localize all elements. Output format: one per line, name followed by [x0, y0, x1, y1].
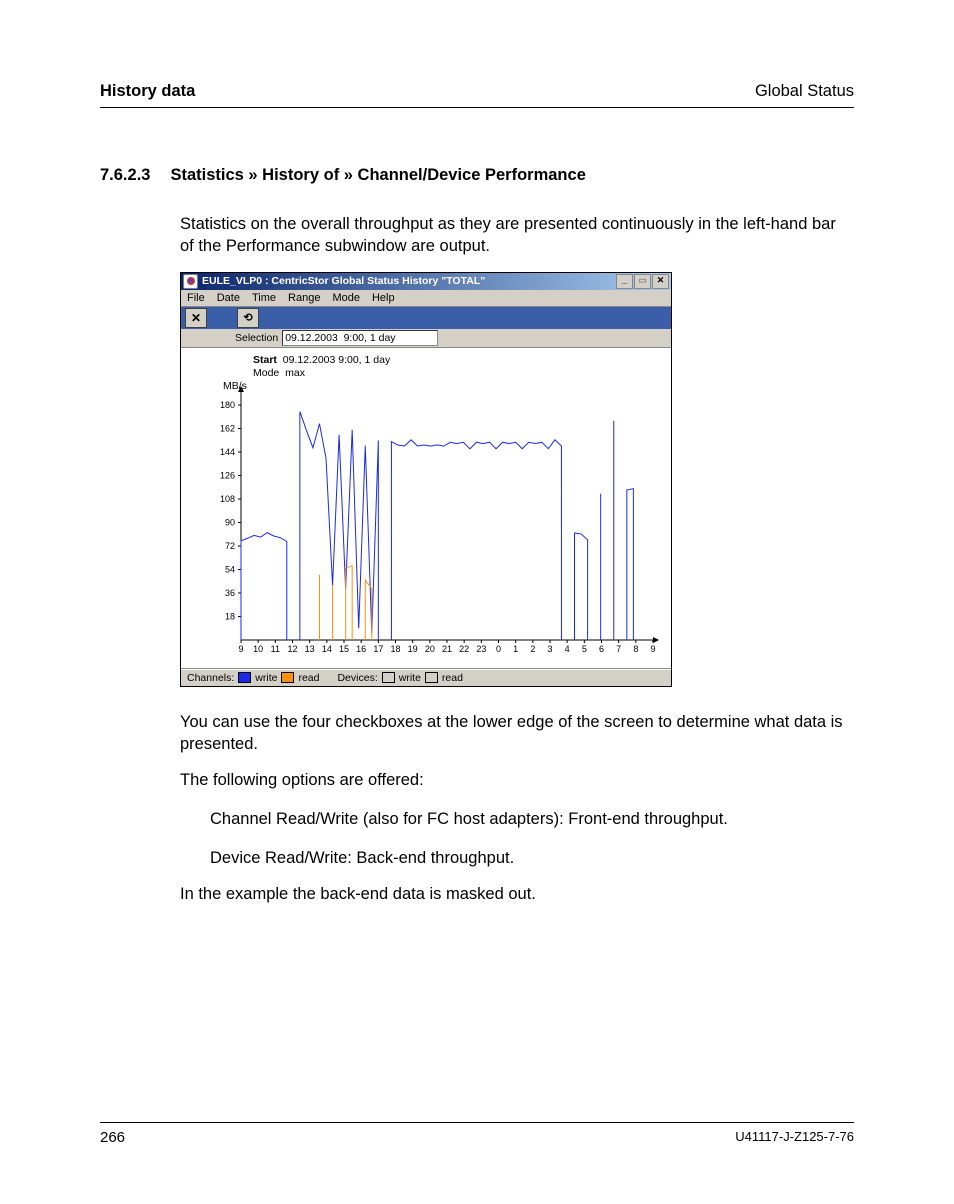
paragraph-options-intro: The following options are offered: [180, 769, 854, 791]
header-right: Global Status [755, 82, 854, 101]
toolbar-refresh-button[interactable]: ⟲ [237, 308, 259, 328]
chart-info: Start 09.12.2003 9:00, 1 day Mode max [253, 354, 661, 380]
legend-write-label-2: write [399, 672, 421, 684]
start-label: Start [253, 354, 277, 366]
selection-row: Selection [181, 329, 671, 348]
paragraph-checkboxes: You can use the four checkboxes at the l… [180, 711, 854, 756]
window-title: EULE_VLP0 : CentricStor Global Status Hi… [202, 275, 616, 287]
legend-read-label-1: read [298, 672, 319, 684]
svg-text:90: 90 [225, 517, 235, 527]
svg-text:6: 6 [599, 644, 604, 654]
svg-text:16: 16 [356, 644, 366, 654]
mode-value: max [285, 367, 305, 379]
svg-text:13: 13 [305, 644, 315, 654]
menu-time[interactable]: Time [252, 292, 276, 304]
menu-date[interactable]: Date [217, 292, 240, 304]
performance-chart: 1836547290108126144162180910111213141516… [201, 382, 661, 662]
svg-text:12: 12 [287, 644, 297, 654]
legend-devices-label: Devices: [337, 672, 377, 684]
svg-text:8: 8 [633, 644, 638, 654]
section-number: 7.6.2.3 [100, 166, 150, 185]
start-value: 09.12.2003 9:00, 1 day [283, 354, 390, 366]
svg-text:17: 17 [373, 644, 383, 654]
section-title: Statistics » History of » Channel/Device… [170, 166, 585, 185]
legend-bar: Channels: write read Devices: write read [181, 669, 671, 686]
menu-file[interactable]: File [187, 292, 205, 304]
svg-text:15: 15 [339, 644, 349, 654]
svg-text:20: 20 [425, 644, 435, 654]
svg-text:5: 5 [582, 644, 587, 654]
svg-text:2: 2 [530, 644, 535, 654]
svg-text:18: 18 [390, 644, 400, 654]
option-device: Device Read/Write: Back-end throughput. [210, 847, 854, 869]
svg-text:108: 108 [220, 494, 235, 504]
window-minimize-button[interactable]: _ [616, 274, 633, 289]
page-footer: 266 U41117-J-Z125-7-76 [100, 1122, 854, 1146]
svg-text:0: 0 [496, 644, 501, 654]
svg-text:126: 126 [220, 470, 235, 480]
legend-read-label-2: read [442, 672, 463, 684]
svg-text:54: 54 [225, 564, 235, 574]
svg-text:9: 9 [650, 644, 655, 654]
window-close-button[interactable]: ✕ [652, 274, 669, 289]
intro-paragraph: Statistics on the overall throughput as … [180, 213, 854, 258]
svg-text:72: 72 [225, 541, 235, 551]
legend-channels-write-checkbox[interactable] [238, 672, 251, 683]
app-icon [183, 274, 198, 289]
svg-text:144: 144 [220, 447, 235, 457]
header-left: History data [100, 82, 195, 101]
legend-channels-label: Channels: [187, 672, 234, 684]
menu-bar: File Date Time Range Mode Help [181, 290, 671, 307]
doc-id: U41117-J-Z125-7-76 [735, 1129, 854, 1146]
svg-text:10: 10 [253, 644, 263, 654]
svg-text:180: 180 [220, 400, 235, 410]
svg-text:22: 22 [459, 644, 469, 654]
menu-range[interactable]: Range [288, 292, 320, 304]
legend-devices-read-checkbox[interactable] [425, 672, 438, 683]
legend-channels-read-checkbox[interactable] [281, 672, 294, 683]
toolbar-close-button[interactable]: ✕ [185, 308, 207, 328]
svg-text:23: 23 [476, 644, 486, 654]
option-channel: Channel Read/Write (also for FC host ada… [210, 808, 854, 830]
window-maximize-button: ▭ [634, 274, 651, 289]
legend-write-label-1: write [255, 672, 277, 684]
svg-text:14: 14 [322, 644, 332, 654]
legend-devices-write-checkbox[interactable] [382, 672, 395, 683]
window-titlebar[interactable]: EULE_VLP0 : CentricStor Global Status Hi… [181, 273, 671, 290]
svg-text:19: 19 [408, 644, 418, 654]
svg-text:7: 7 [616, 644, 621, 654]
svg-text:36: 36 [225, 588, 235, 598]
svg-text:18: 18 [225, 611, 235, 621]
svg-text:11: 11 [271, 644, 280, 654]
paragraph-example: In the example the back-end data is mask… [180, 883, 854, 905]
page-number: 266 [100, 1129, 125, 1146]
selection-input[interactable] [282, 330, 438, 346]
svg-text:9: 9 [238, 644, 243, 654]
y-axis-label: MB/s [223, 380, 247, 392]
svg-text:3: 3 [547, 644, 552, 654]
toolbar: ✕ ⟲ [181, 307, 671, 329]
chart-area: Start 09.12.2003 9:00, 1 day Mode max MB… [181, 348, 671, 669]
menu-help[interactable]: Help [372, 292, 395, 304]
running-header: History data Global Status [100, 82, 854, 108]
app-window: EULE_VLP0 : CentricStor Global Status Hi… [180, 272, 672, 687]
section-heading: 7.6.2.3 Statistics » History of » Channe… [100, 166, 854, 185]
selection-label: Selection [185, 332, 278, 344]
svg-text:4: 4 [565, 644, 570, 654]
menu-mode[interactable]: Mode [332, 292, 360, 304]
svg-text:162: 162 [220, 423, 235, 433]
svg-text:21: 21 [442, 644, 452, 654]
svg-text:1: 1 [513, 644, 518, 654]
mode-label: Mode [253, 367, 279, 379]
